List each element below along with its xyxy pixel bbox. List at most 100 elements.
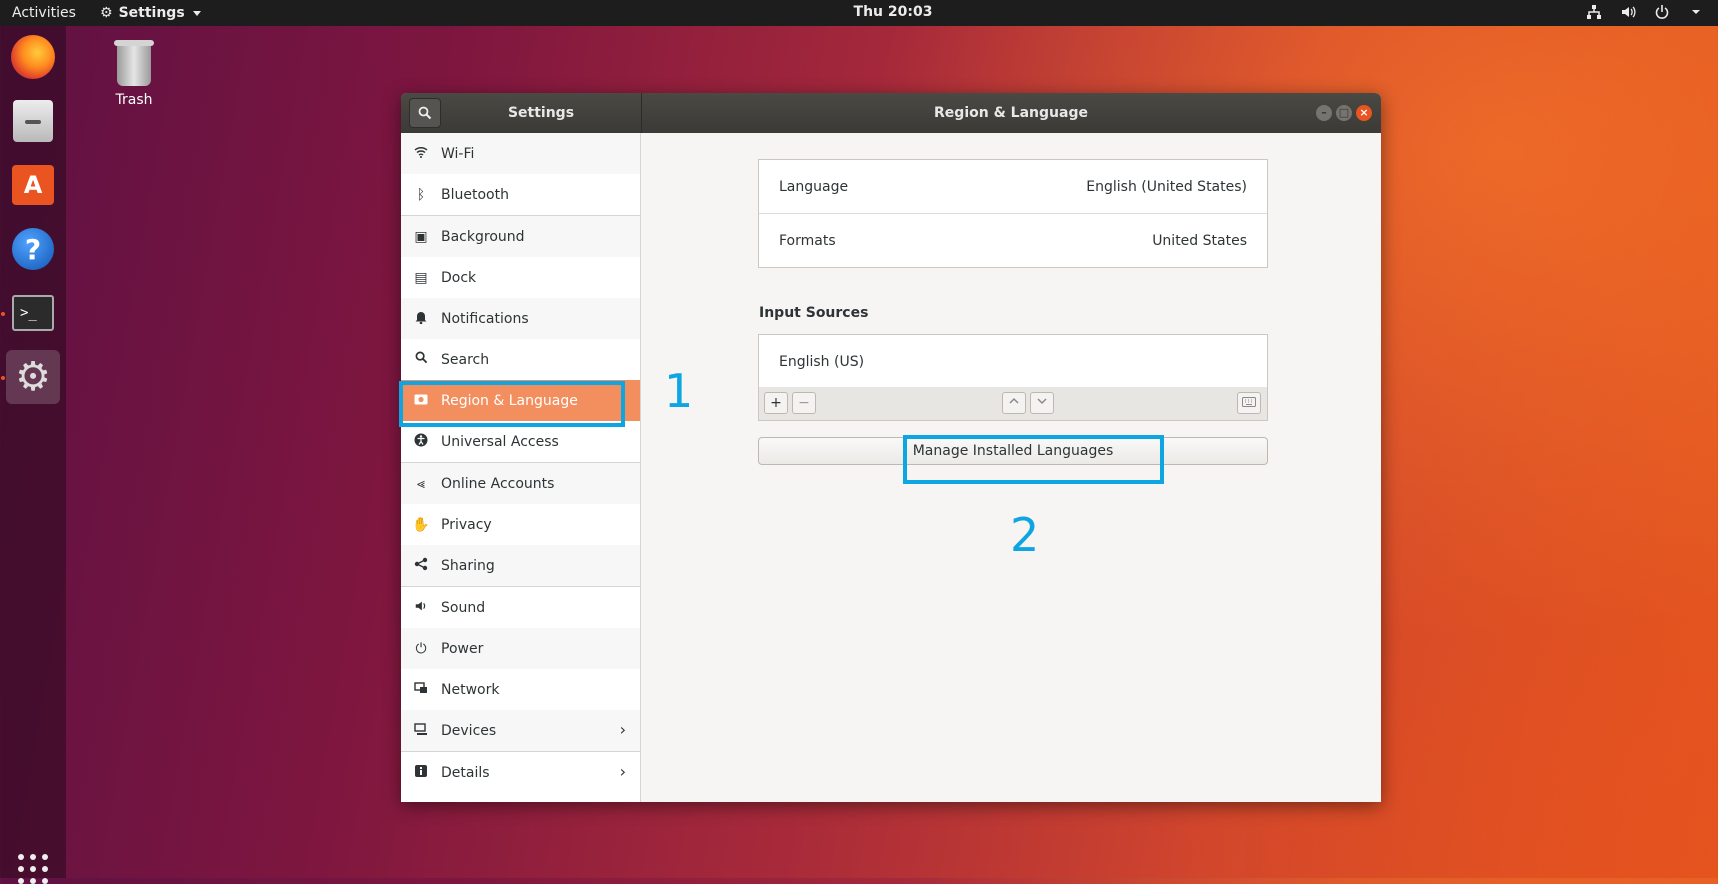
settings-launcher[interactable]: ⚙ [6, 350, 60, 404]
sidebar-item-label: Devices [441, 722, 497, 739]
power-plug-icon: ⏻ [415, 640, 427, 657]
maximize-button[interactable]: □ [1336, 105, 1352, 121]
software-store-icon: A [12, 165, 54, 205]
page-title: Region & Language [934, 105, 1088, 121]
close-button[interactable]: × [1356, 105, 1372, 121]
share-icon [401, 557, 441, 575]
language-row[interactable]: Language English (United States) [759, 160, 1267, 213]
formats-row[interactable]: Formats United States [759, 213, 1267, 267]
sidebar-item-online-accounts[interactable]: ⪡ Online Accounts [401, 463, 640, 504]
move-down-button[interactable] [1030, 392, 1054, 414]
chevron-up-icon [1009, 397, 1019, 404]
sidebar-item-bluetooth[interactable]: ᛒ Bluetooth [401, 174, 640, 216]
annotation-highlight-2 [903, 435, 1164, 484]
speaker-icon [401, 599, 441, 617]
input-sources-toolbar: + − [758, 387, 1268, 421]
annotation-number-1: 1 [664, 364, 694, 418]
language-value: English (United States) [1086, 178, 1247, 195]
input-source-label: English (US) [779, 353, 865, 370]
search-icon [401, 351, 441, 368]
sidebar-item-label: Background [441, 228, 525, 245]
settings-window: Settings Region & Language – □ × Wi-Fi ᛒ… [401, 93, 1381, 802]
dock-icon: ▤ [414, 269, 428, 286]
firefox-launcher[interactable] [6, 30, 60, 84]
sidebar-item-label: Online Accounts [441, 475, 555, 492]
sidebar-item-notifications[interactable]: Notifications [401, 298, 640, 339]
annotation-number-2: 2 [1010, 508, 1040, 562]
keyboard-icon [1242, 397, 1256, 407]
sidebar-item-label: Universal Access [441, 433, 559, 450]
remove-input-source-button[interactable]: − [792, 392, 816, 414]
sidebar-item-label: Search [441, 351, 490, 368]
info-icon [401, 764, 441, 781]
top-bar: Activities ⚙ Settings Thu 20:03 [0, 0, 1718, 26]
sidebar: Wi-Fi ᛒ Bluetooth ▣ Background ▤ Dock Notif… [401, 133, 641, 802]
search-button[interactable] [409, 98, 441, 128]
annotation-highlight-1 [399, 381, 625, 427]
bluetooth-icon: ᛒ [416, 186, 426, 203]
sidebar-item-sound[interactable]: Sound [401, 587, 640, 628]
hand-icon: ✋ [412, 516, 430, 533]
chevron-right-icon: › [619, 720, 626, 739]
volume-icon[interactable] [1620, 4, 1636, 20]
sidebar-item-label: Network [441, 681, 500, 698]
online-accounts-icon: ⪡ [417, 475, 425, 492]
files-launcher[interactable] [6, 94, 60, 148]
background-icon: ▣ [414, 228, 428, 245]
sidebar-item-devices[interactable]: Devices › [401, 710, 640, 752]
language-formats-list: Language English (United States) Formats… [758, 159, 1268, 268]
software-launcher[interactable]: A [6, 158, 60, 212]
sidebar-item-background[interactable]: ▣ Background [401, 216, 640, 257]
sidebar-item-label: Notifications [441, 310, 529, 327]
chevron-down-icon [1037, 398, 1047, 405]
trash-desktop-icon[interactable]: Trash [104, 40, 164, 108]
power-icon[interactable] [1654, 4, 1670, 20]
sidebar-item-label: Sharing [441, 557, 495, 574]
move-up-button[interactable] [1002, 392, 1026, 414]
bell-icon [401, 310, 441, 328]
input-source-row[interactable]: English (US) [759, 335, 1267, 388]
help-launcher[interactable]: ? [6, 222, 60, 276]
sidebar-item-universal-access[interactable]: Universal Access [401, 421, 640, 463]
sidebar-header: Settings [401, 93, 642, 133]
settings-tools-icon: ⚙ [15, 354, 51, 400]
sidebar-item-label: Sound [441, 599, 486, 616]
formats-label: Formats [779, 232, 836, 249]
devices-icon [401, 722, 441, 740]
wifi-icon [401, 146, 441, 162]
chevron-down-icon[interactable] [1688, 4, 1704, 20]
sidebar-item-wifi[interactable]: Wi-Fi [401, 133, 640, 174]
system-tray[interactable] [1586, 4, 1704, 20]
sidebar-item-label: Dock [441, 269, 477, 286]
dock: A ? >_ ⚙ [0, 26, 66, 884]
sidebar-item-privacy[interactable]: ✋ Privacy [401, 504, 640, 545]
terminal-launcher[interactable]: >_ [6, 286, 60, 340]
accessibility-icon [401, 433, 441, 451]
sidebar-item-dock[interactable]: ▤ Dock [401, 257, 640, 298]
trash-icon [114, 40, 154, 86]
clock[interactable]: Thu 20:03 [0, 4, 1718, 20]
trash-label: Trash [115, 92, 153, 108]
language-label: Language [779, 178, 849, 195]
network-icon [401, 681, 441, 699]
title-bar[interactable]: Settings Region & Language – □ × [401, 93, 1381, 133]
terminal-icon: >_ [12, 295, 54, 331]
network-icon[interactable] [1586, 4, 1602, 20]
add-input-source-button[interactable]: + [764, 392, 788, 414]
running-indicator [1, 376, 5, 380]
sidebar-item-power[interactable]: ⏻ Power [401, 628, 640, 669]
sidebar-item-label: Privacy [441, 516, 492, 533]
chevron-right-icon: › [619, 762, 626, 781]
sidebar-item-label: Wi-Fi [441, 145, 475, 162]
formats-value: United States [1152, 232, 1247, 249]
minimize-button[interactable]: – [1316, 105, 1332, 121]
firefox-icon [11, 35, 55, 79]
sidebar-item-label: Power [441, 640, 484, 657]
sidebar-item-search[interactable]: Search [401, 339, 640, 380]
keyboard-layout-button[interactable] [1237, 392, 1261, 414]
sidebar-item-sharing[interactable]: Sharing [401, 545, 640, 587]
sidebar-item-details[interactable]: Details › [401, 752, 640, 793]
sidebar-item-network[interactable]: Network [401, 669, 640, 710]
show-applications-icon[interactable] [18, 854, 48, 884]
input-sources-title: Input Sources [759, 305, 869, 321]
